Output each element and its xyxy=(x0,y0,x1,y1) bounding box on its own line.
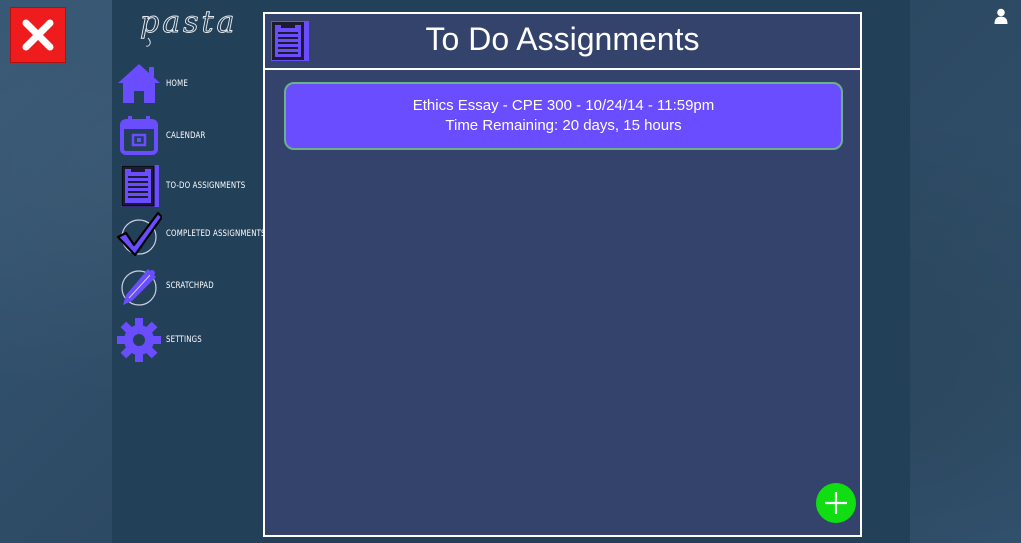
checkmark-icon xyxy=(116,211,162,257)
nav-item-calendar[interactable]: CALENDAR xyxy=(116,113,264,159)
gear-icon xyxy=(117,318,161,362)
clipboard-icon xyxy=(121,165,159,207)
nav-item-settings[interactable]: SETTINGS xyxy=(116,317,264,363)
plus-icon xyxy=(825,492,847,514)
nav-item-completed[interactable]: COMPLETED ASSIGNMENTS xyxy=(116,211,266,257)
nav-label-scratchpad: SCRATCHPAD xyxy=(166,281,214,291)
calendar-icon xyxy=(120,116,158,155)
assignment-card[interactable]: Ethics Essay - CPE 300 - 10/24/14 - 11:5… xyxy=(284,82,843,150)
pen-icon xyxy=(121,269,157,306)
todo-panel: To Do Assignments Ethics Essay - CPE 300… xyxy=(263,12,862,537)
panel-header: To Do Assignments xyxy=(265,14,860,70)
nav-label-home: HOME xyxy=(166,79,188,89)
nav-label-settings: SETTINGS xyxy=(166,335,202,345)
nav-label-todo: TO-DO ASSIGNMENTS xyxy=(166,181,246,191)
close-icon xyxy=(22,19,54,51)
nav-label-completed: COMPLETED ASSIGNMENTS xyxy=(166,229,266,239)
page-title: To Do Assignments xyxy=(425,21,700,57)
nav-label-calendar: CALENDAR xyxy=(166,131,206,141)
close-button[interactable] xyxy=(10,7,66,63)
nav-item-home[interactable]: HOME xyxy=(116,61,264,107)
nav-item-todo[interactable]: TO-DO ASSIGNMENTS xyxy=(116,163,264,209)
user-icon[interactable] xyxy=(994,8,1008,24)
add-assignment-button[interactable] xyxy=(816,483,856,523)
home-icon xyxy=(118,64,160,103)
nav-item-scratchpad[interactable]: SCRATCHPAD xyxy=(116,263,264,309)
assignment-time-remaining: Time Remaining: 20 days, 15 hours xyxy=(445,117,682,134)
assignment-details: Ethics Essay - CPE 300 - 10/24/14 - 11:5… xyxy=(412,97,715,114)
app-logo: pasta xyxy=(140,5,237,47)
svg-text:pasta: pasta xyxy=(140,5,237,40)
